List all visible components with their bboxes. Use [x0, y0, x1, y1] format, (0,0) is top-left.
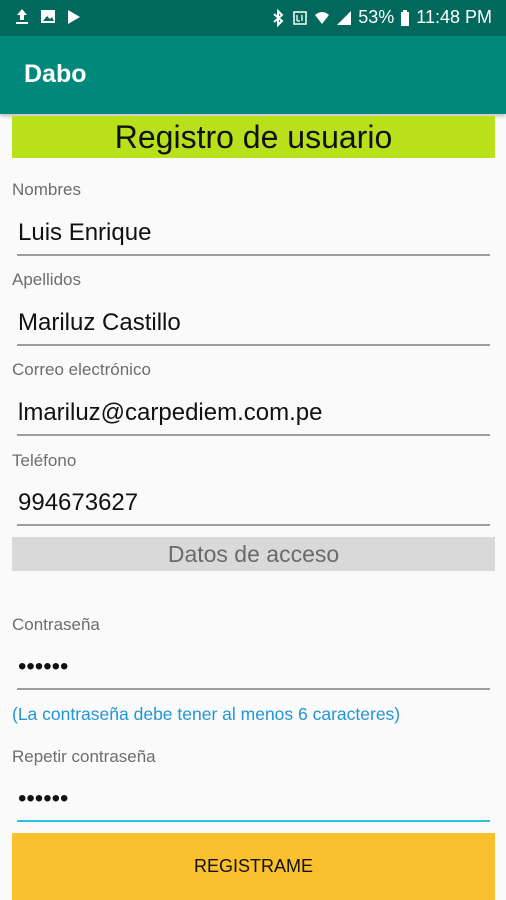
- last-name-label: Apellidos: [12, 270, 81, 289]
- app-bar: Dabo: [0, 36, 506, 114]
- repeat-password-label: Repetir contraseña: [12, 747, 156, 766]
- repeat-password-field[interactable]: [17, 778, 490, 822]
- image-icon: [41, 10, 55, 23]
- register-button[interactable]: REGISTRAME: [12, 833, 495, 900]
- status-left-icons: [14, 8, 82, 26]
- password-hint: (La contraseña debe tener al menos 6 car…: [12, 704, 401, 724]
- wifi-icon: [315, 11, 330, 24]
- signal-icon: [337, 10, 352, 25]
- bluetooth-icon: [273, 8, 284, 27]
- battery-icon: [401, 9, 410, 26]
- play-store-icon: [68, 10, 80, 24]
- first-name-label: Nombres: [12, 180, 81, 199]
- last-name-field[interactable]: [17, 302, 490, 346]
- email-label: Correo electrónico: [12, 360, 151, 379]
- lte-icon: [293, 10, 307, 25]
- status-right: 53% 11:48 PM: [270, 7, 492, 28]
- app-title: Dabo: [24, 60, 87, 88]
- email-field[interactable]: [17, 392, 490, 436]
- password-label: Contraseña: [12, 615, 100, 634]
- battery-percent: 53%: [358, 7, 395, 27]
- password-field[interactable]: [17, 646, 490, 690]
- clock: 11:48 PM: [416, 7, 492, 27]
- access-section-header: Datos de acceso: [12, 537, 495, 571]
- phone-label: Teléfono: [12, 451, 77, 470]
- first-name-field[interactable]: [17, 212, 490, 256]
- form-heading: Registro de usuario: [12, 116, 495, 158]
- status-bar: 53% 11:48 PM: [0, 0, 506, 36]
- phone-field[interactable]: [17, 482, 490, 526]
- upload-icon: [16, 9, 28, 24]
